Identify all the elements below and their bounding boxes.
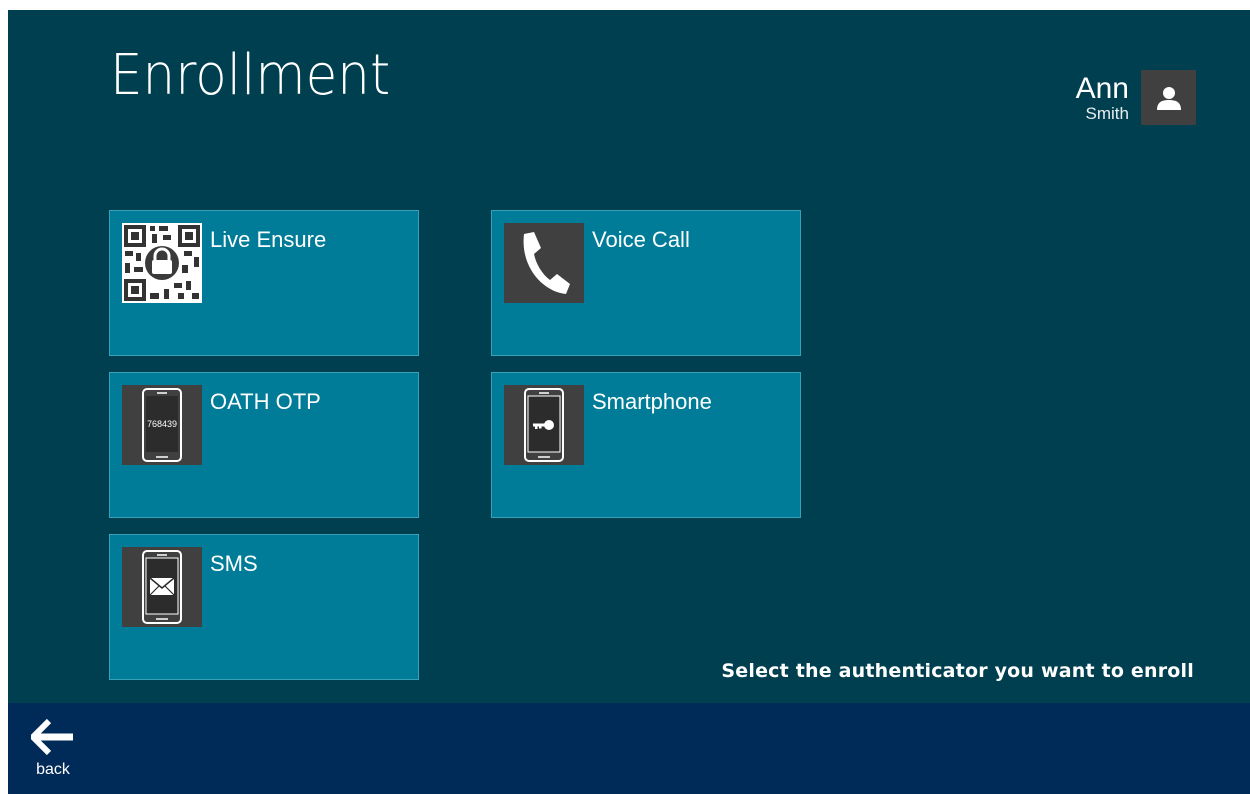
instruction-text: Select the authenticator you want to enr… [721, 660, 1194, 682]
qr-lock-icon [122, 223, 202, 303]
tile-smartphone[interactable]: Smartphone [491, 372, 801, 518]
avatar[interactable] [1141, 70, 1196, 125]
user-names: Ann Smith [1076, 70, 1129, 124]
tile-label: Voice Call [592, 227, 690, 252]
otp-code: 768439 [147, 419, 177, 429]
page-title: Enrollment [110, 43, 391, 108]
tile-voice-call[interactable]: Voice Call [491, 210, 801, 356]
back-button[interactable]: back [22, 719, 84, 789]
tile-sms[interactable]: SMS [109, 534, 419, 680]
person-icon [1156, 86, 1181, 110]
tile-oath-otp[interactable]: 768439 OATH OTP [109, 372, 419, 518]
user-first-name: Ann [1075, 72, 1129, 105]
tile-label: OATH OTP [210, 389, 321, 414]
sms-phone-icon [122, 547, 202, 627]
tile-label: Live Ensure [210, 227, 327, 252]
enrollment-screen: Enrollment Ann Smith Live Ensure Voice C… [8, 10, 1250, 794]
bottom-app-bar: back [8, 703, 1250, 794]
tile-label: Smartphone [592, 389, 712, 414]
arrow-left-icon [31, 719, 73, 755]
user-last-name: Smith [1085, 104, 1129, 123]
tile-label: SMS [210, 551, 258, 576]
back-label: back [36, 761, 70, 778]
token-phone-icon: 768439 [122, 385, 202, 465]
smartphone-key-icon [504, 385, 584, 465]
user-account[interactable]: Ann Smith [1076, 70, 1196, 126]
tile-live-ensure[interactable]: Live Ensure [109, 210, 419, 356]
phone-handset-icon [504, 223, 584, 303]
